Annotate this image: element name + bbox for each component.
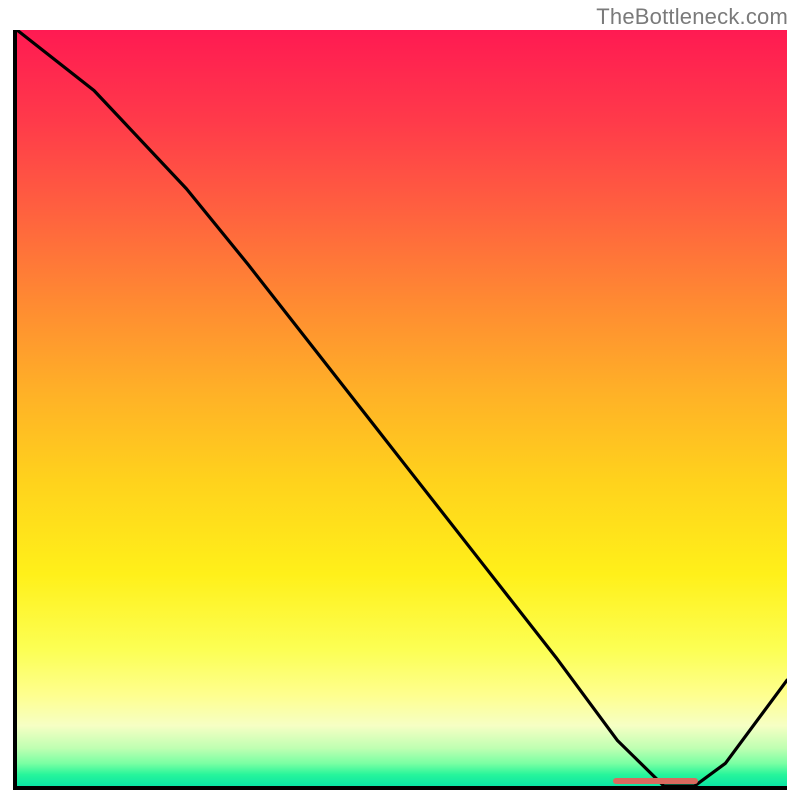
line-curve bbox=[17, 30, 787, 786]
watermark-text: TheBottleneck.com bbox=[596, 4, 788, 30]
optimal-range-marker bbox=[613, 778, 698, 784]
chart-container: TheBottleneck.com bbox=[0, 0, 800, 800]
plot-area bbox=[13, 30, 787, 790]
